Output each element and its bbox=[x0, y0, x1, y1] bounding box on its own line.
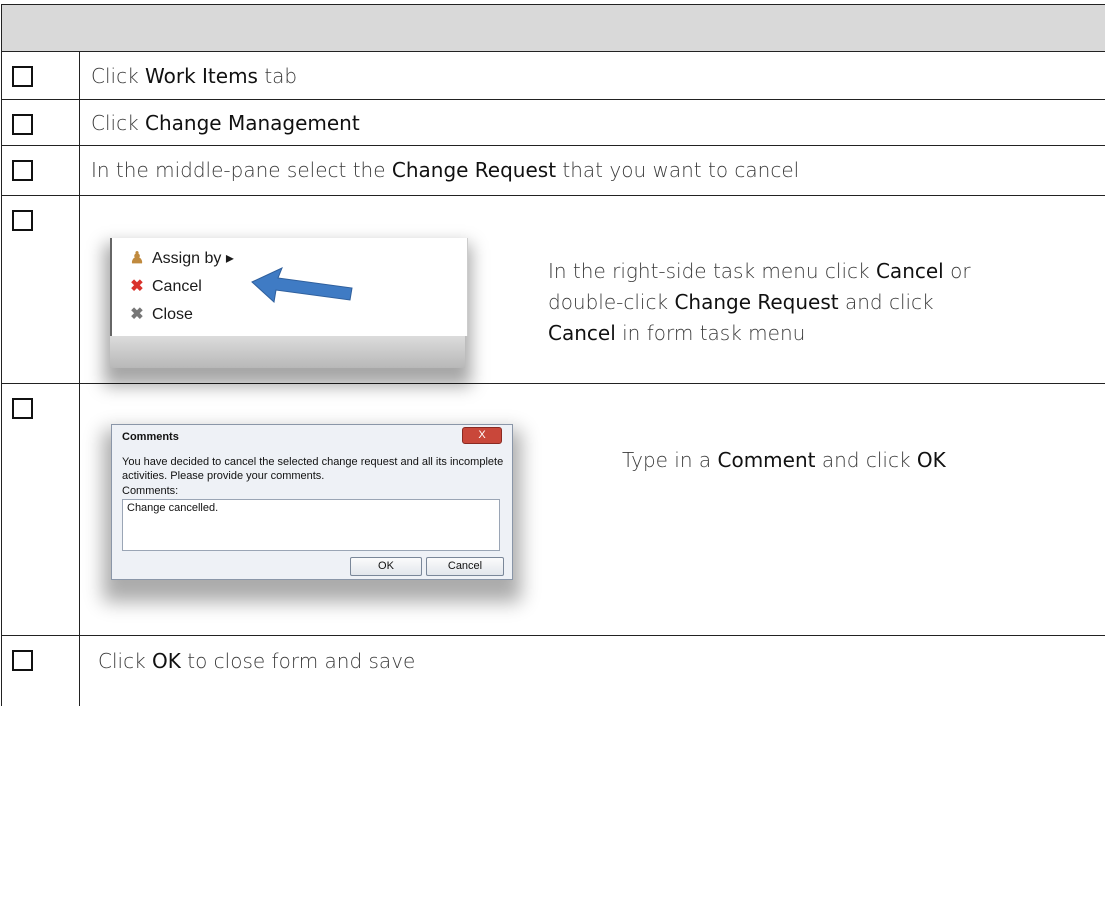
x-gray-icon: ✖ bbox=[130, 306, 144, 323]
dialog-close-button[interactable]: X bbox=[462, 427, 502, 444]
step-row-2: Click Change Management bbox=[2, 100, 1105, 146]
x-red-icon: ✖ bbox=[130, 278, 144, 295]
checklist-table: Click Work Items tab Click Change Manage… bbox=[1, 4, 1105, 706]
step-text: Click OK to close form and save bbox=[98, 649, 416, 673]
comments-textarea[interactable]: Change cancelled. bbox=[122, 499, 500, 551]
cancel-button[interactable]: Cancel bbox=[426, 557, 504, 576]
menu-item-assign-by[interactable]: ♟ Assign by ▸ bbox=[128, 248, 234, 268]
step-row-5: Comments X You have decided to cancel th… bbox=[2, 384, 1105, 636]
step-row-3: In the middle-pane select the Change Req… bbox=[2, 146, 1105, 196]
menu-item-close[interactable]: ✖ Close bbox=[128, 304, 193, 324]
step-checkbox[interactable] bbox=[12, 114, 33, 135]
step-text: Click Change Management bbox=[91, 111, 360, 135]
step-checkbox[interactable] bbox=[12, 210, 33, 231]
step-text: Click Work Items tab bbox=[91, 64, 298, 88]
ok-button[interactable]: OK bbox=[350, 557, 422, 576]
comments-label: Comments: bbox=[122, 485, 179, 497]
comments-dialog-screenshot: Comments X You have decided to cancel th… bbox=[111, 424, 513, 580]
menu-item-cancel[interactable]: ✖ Cancel bbox=[128, 276, 202, 296]
step-text: In the right-side task menu click Cancel… bbox=[548, 259, 971, 345]
step-checkbox[interactable] bbox=[12, 398, 33, 419]
step-row-4: ♟ Assign by ▸ ✖ Cancel ✖ Close In the right… bbox=[2, 196, 1105, 384]
table-header-row bbox=[2, 4, 1105, 52]
dialog-message: You have decided to cancel the selected … bbox=[122, 456, 504, 482]
step-checkbox[interactable] bbox=[12, 66, 33, 87]
task-menu-screenshot: ♟ Assign by ▸ ✖ Cancel ✖ Close bbox=[110, 238, 468, 368]
step-checkbox[interactable] bbox=[12, 650, 33, 671]
step-text: Type in a Comment and click OK bbox=[622, 448, 946, 472]
dialog-title: Comments bbox=[122, 431, 179, 443]
step-checkbox[interactable] bbox=[12, 160, 33, 181]
user-icon: ♟ bbox=[129, 250, 145, 267]
pointer-arrow-icon bbox=[251, 267, 353, 303]
step-row-1: Click Work Items tab bbox=[2, 52, 1105, 100]
step-row-6: Click OK to close form and save bbox=[2, 636, 1105, 706]
step-text: In the middle-pane select the Change Req… bbox=[91, 158, 800, 182]
